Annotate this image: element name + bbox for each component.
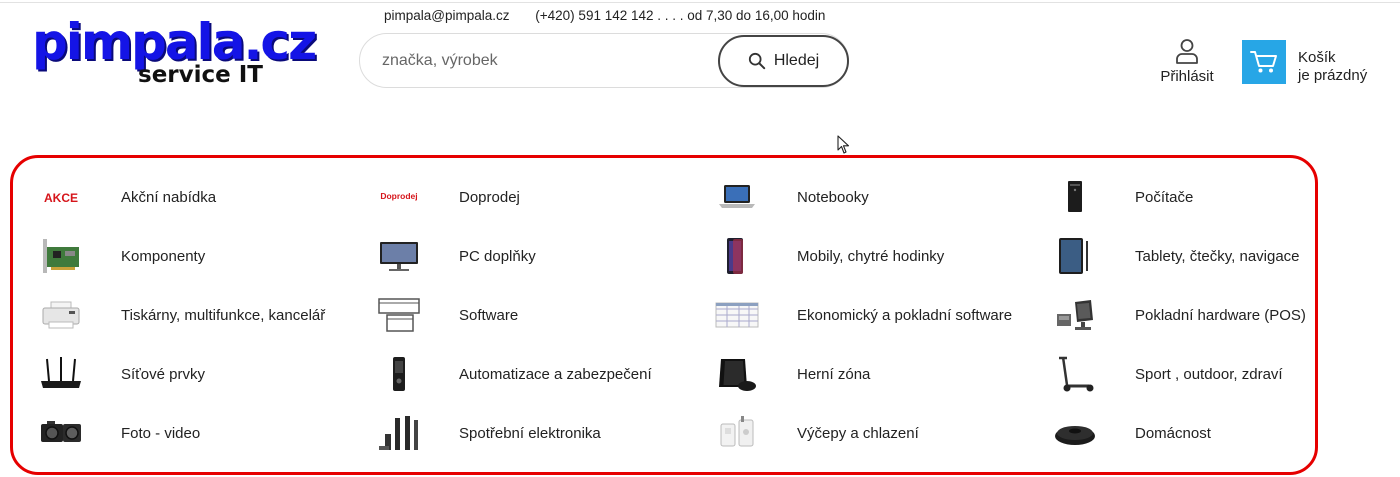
login-button[interactable]: Přihlásit — [1155, 38, 1219, 85]
category-ekonomicky-software[interactable]: Ekonomický a pokladní software — [713, 294, 1012, 336]
category-label: Spotřební elektronika — [459, 424, 601, 442]
category-foto-video[interactable]: Foto - video — [37, 412, 200, 454]
cart-button[interactable]: Košík je prázdný — [1242, 40, 1367, 86]
monitor-icon — [375, 236, 423, 276]
laptop-icon — [713, 177, 761, 217]
spreadsheet-icon — [713, 295, 761, 335]
category-label: Mobily, chytré hodinky — [797, 247, 945, 265]
cart-empty-text: je prázdný — [1298, 67, 1368, 84]
category-label: Tiskárny, multifunkce, kancelář — [121, 306, 326, 324]
category-tiskarny[interactable]: Tiskárny, multifunkce, kancelář — [37, 294, 325, 336]
smartphone-icon — [713, 236, 761, 276]
category-label: Herní zóna — [797, 365, 871, 383]
cart-title: Košík — [1298, 49, 1336, 66]
category-label: PC doplňky — [459, 247, 536, 265]
category-label: Ekonomický a pokladní software — [797, 306, 1013, 324]
contact-phone-hours: (+420) 591 142 142 . . . . od 7,30 do 16… — [535, 8, 826, 23]
software-windows-icon — [375, 295, 423, 335]
security-device-icon — [375, 354, 423, 394]
category-label: Výčepy a chlazení — [797, 424, 919, 442]
category-label: Doprodej — [459, 188, 520, 206]
category-domacnost[interactable]: Domácnost — [1051, 412, 1211, 454]
beer-tap-icon — [713, 413, 761, 453]
cart-icon-box — [1242, 40, 1286, 84]
circuit-board-icon — [37, 236, 85, 276]
top-divider — [0, 2, 1400, 3]
category-label: Akční nabídka — [121, 188, 217, 206]
category-notebooky[interactable]: Notebooky — [713, 176, 869, 218]
game-console-icon — [713, 354, 761, 394]
contact-email[interactable]: pimpala@pimpala.cz — [384, 8, 510, 23]
category-vycepy-chlazeni[interactable]: Výčepy a chlazení — [713, 412, 919, 454]
akce-badge-icon: AKCE — [37, 177, 85, 217]
printer-icon — [37, 295, 85, 335]
mouse-cursor-icon — [837, 135, 850, 154]
category-pocitace[interactable]: Počítače — [1051, 176, 1193, 218]
category-pc-doplnky[interactable]: PC doplňky — [375, 235, 536, 277]
camera-icon — [37, 413, 85, 453]
category-label: Tablety, čtečky, navigace — [1135, 247, 1300, 265]
category-menu: AKCE Akční nabídka Doprodej Doprodej Not… — [10, 155, 1318, 475]
category-software[interactable]: Software — [375, 294, 518, 336]
category-tablety[interactable]: Tablety, čtečky, navigace — [1051, 235, 1300, 277]
category-doprodej[interactable]: Doprodej Doprodej — [375, 176, 520, 218]
svg-text:AKCE: AKCE — [44, 191, 78, 205]
robot-vacuum-icon — [1051, 413, 1099, 453]
category-automatizace[interactable]: Automatizace a zabezpečení — [375, 353, 652, 395]
category-label: Síťové prvky — [121, 365, 205, 383]
search-icon — [748, 52, 766, 70]
category-spotrebni-elektronika[interactable]: Spotřební elektronika — [375, 412, 601, 454]
search-button-label: Hledej — [773, 52, 820, 69]
speakers-icon — [375, 413, 423, 453]
svg-text:Doprodej: Doprodej — [380, 191, 417, 201]
category-label: Domácnost — [1135, 424, 1211, 442]
scooter-icon — [1051, 354, 1099, 394]
category-label: Software — [459, 306, 519, 324]
router-icon — [37, 354, 85, 394]
category-label: Počítače — [1135, 188, 1194, 206]
category-pokladni-hardware[interactable]: Pokladní hardware (POS) — [1051, 294, 1306, 336]
search-bar: Hledej — [359, 33, 849, 88]
category-sitove-prvky[interactable]: Síťové prvky — [37, 353, 205, 395]
category-label: Sport , outdoor, zdraví — [1135, 365, 1283, 383]
category-label: Foto - video — [121, 424, 201, 442]
pc-tower-icon — [1051, 177, 1099, 217]
login-label: Přihlásit — [1160, 68, 1214, 85]
category-label: Komponenty — [121, 247, 206, 265]
category-label: Pokladní hardware (POS) — [1135, 306, 1306, 324]
search-button[interactable]: Hledej — [718, 35, 849, 87]
search-input[interactable] — [382, 34, 702, 87]
contact-bar: pimpala@pimpala.cz (+420) 591 142 142 . … — [384, 8, 825, 23]
doprodej-badge-icon: Doprodej — [375, 177, 423, 217]
category-mobily[interactable]: Mobily, chytré hodinky — [713, 235, 944, 277]
user-icon — [1176, 39, 1198, 64]
category-komponenty[interactable]: Komponenty — [37, 235, 205, 277]
site-logo[interactable]: pimpala.cz service IT — [32, 14, 317, 90]
category-sport[interactable]: Sport , outdoor, zdraví — [1051, 353, 1283, 395]
cart-icon — [1250, 51, 1277, 73]
tablet-icon — [1051, 236, 1099, 276]
category-label: Automatizace a zabezpečení — [459, 365, 652, 383]
logo-sub-text: service IT — [138, 62, 263, 88]
pos-terminal-icon — [1051, 295, 1099, 335]
category-herni-zona[interactable]: Herní zóna — [713, 353, 870, 395]
category-label: Notebooky — [797, 188, 869, 206]
cart-status: Košík je prázdný — [1298, 49, 1367, 85]
category-akcni-nabidka[interactable]: AKCE Akční nabídka — [37, 176, 216, 218]
